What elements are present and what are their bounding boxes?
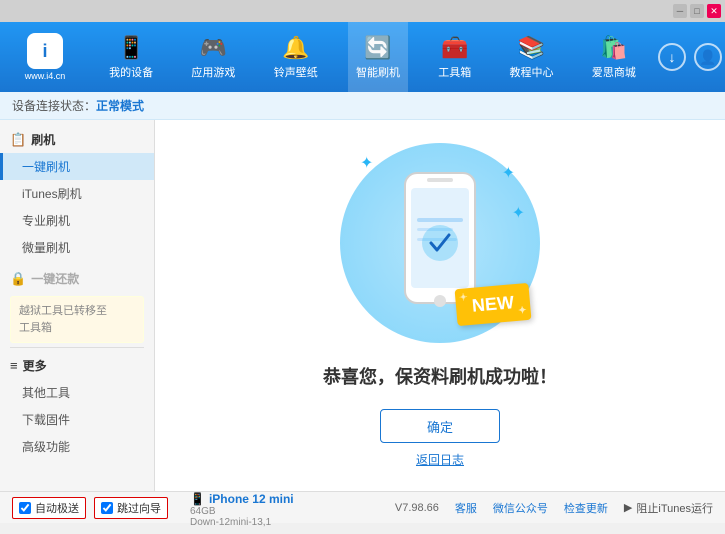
close-btn[interactable]: ✕	[707, 4, 721, 18]
logo[interactable]: i www.i4.cn	[0, 33, 90, 81]
title-bar: ─ □ ✕	[0, 0, 725, 22]
smart-flash-icon: 🔄	[364, 35, 391, 61]
bottom-left: 自动极送 跳过向导 📱 iPhone 12 mini 64GB Down-12m…	[12, 482, 395, 534]
status-bar: 设备连接状态： 正常模式	[0, 92, 725, 120]
apps-games-label: 应用游戏	[191, 64, 235, 80]
restore-btn[interactable]: □	[690, 4, 704, 18]
smart-flash-label: 智能刷机	[356, 64, 400, 80]
sidebar-item-advanced[interactable]: 高级功能	[0, 433, 154, 460]
apps-games-icon: 🎮	[200, 35, 227, 61]
main: 📋 刷机 一键刷机 iTunes刷机 专业刷机 微量刷机 🔒 一键还款 越狱工具…	[0, 120, 725, 491]
toolbox-label: 工具箱	[438, 64, 471, 80]
customer-service-link[interactable]: 客服	[455, 500, 477, 516]
sparkle-3: ✦	[512, 203, 525, 223]
sidebar-item-one-click-flash[interactable]: 一键刷机	[0, 153, 154, 180]
sidebar-section-flash: 📋 刷机 一键刷机 iTunes刷机 专业刷机 微量刷机	[0, 126, 154, 261]
success-text: 恭喜您，保资料刷机成功啦！	[323, 363, 557, 389]
skip-wizard-checkbox-group[interactable]: 跳过向导	[94, 497, 168, 519]
sidebar-section-more-title: ≡ 更多	[0, 352, 154, 379]
nav: 📱 我的设备 🎮 应用游戏 🔔 铃声壁纸 🔄 智能刷机 🧰 工具箱 📚 教程中心…	[90, 22, 655, 92]
nav-smart-flash[interactable]: 🔄 智能刷机	[348, 22, 408, 92]
nav-toolbox[interactable]: 🧰 工具箱	[430, 22, 479, 92]
my-device-label: 我的设备	[109, 64, 153, 80]
sidebar-item-itunes-flash[interactable]: iTunes刷机	[0, 180, 154, 207]
sidebar-section-restore-title: 🔒 一键还款	[0, 265, 154, 292]
status-mode: 正常模式	[96, 97, 144, 114]
device-storage: 64GB	[190, 506, 294, 517]
sidebar-item-micro-flash[interactable]: 微量刷机	[0, 234, 154, 261]
tutorials-icon: 📚	[518, 35, 545, 61]
auto-send-label: 自动极送	[35, 500, 79, 516]
new-badge: NEW	[455, 283, 532, 326]
ringtones-label: 铃声壁纸	[274, 64, 318, 80]
sidebar-item-pro-flash[interactable]: 专业刷机	[0, 207, 154, 234]
sidebar-section-flash-title: 📋 刷机	[0, 126, 154, 153]
minimize-btn[interactable]: ─	[673, 4, 687, 18]
skip-wizard-label: 跳过向导	[117, 500, 161, 516]
device-name: iPhone 12 mini	[209, 492, 294, 506]
nav-ringtones[interactable]: 🔔 铃声壁纸	[266, 22, 326, 92]
wechat-public-link[interactable]: 微信公众号	[493, 500, 548, 516]
my-device-icon: 📱	[117, 35, 144, 61]
illustration: ✦ ✦ ✦ NEW	[340, 143, 540, 343]
ringtones-icon: 🔔	[282, 35, 309, 61]
sparkle-1: ✦	[360, 153, 373, 173]
sidebar: 📋 刷机 一键刷机 iTunes刷机 专业刷机 微量刷机 🔒 一键还款 越狱工具…	[0, 120, 155, 491]
device-detail: Down-12mini-13,1	[190, 517, 294, 528]
sidebar-section-more: ≡ 更多 其他工具 下载固件 高级功能	[0, 352, 154, 460]
nav-shop[interactable]: 🛍️ 爱思商城	[584, 22, 644, 92]
sidebar-section-restore: 🔒 一键还款 越狱工具已转移至工具箱	[0, 265, 154, 343]
lock-icon: 🔒	[10, 271, 26, 287]
download-btn[interactable]: ↓	[658, 43, 686, 71]
auto-send-checkbox-group[interactable]: 自动极送	[12, 497, 86, 519]
content-area: ✦ ✦ ✦ NEW 恭喜您，保资料刷机成功啦！ 确定 返回日志	[155, 120, 725, 491]
skip-wizard-checkbox[interactable]	[101, 502, 113, 514]
flash-section-icon: 📋	[10, 132, 26, 148]
toolbox-icon: 🧰	[441, 35, 468, 61]
itunes-label: 阻止iTunes运行	[636, 500, 713, 516]
nav-apps-games[interactable]: 🎮 应用游戏	[183, 22, 243, 92]
header: i www.i4.cn 📱 我的设备 🎮 应用游戏 🔔 铃声壁纸 🔄 智能刷机 …	[0, 22, 725, 92]
header-right: ↓ 👤	[655, 43, 725, 71]
status-label: 设备连接状态：	[12, 97, 96, 114]
bottom-right: V7.98.66 客服 微信公众号 检查更新	[395, 500, 608, 516]
bottom-bar: 自动极送 跳过向导 📱 iPhone 12 mini 64GB Down-12m…	[0, 491, 725, 523]
sidebar-item-other-tools[interactable]: 其他工具	[0, 379, 154, 406]
sparkle-2: ✦	[502, 163, 515, 183]
back-link[interactable]: 返回日志	[416, 451, 464, 468]
logo-icon: i	[27, 33, 63, 69]
more-icon: ≡	[10, 358, 18, 373]
itunes-icon: ▶	[624, 501, 632, 514]
logo-url: www.i4.cn	[25, 71, 66, 81]
user-btn[interactable]: 👤	[694, 43, 722, 71]
sidebar-item-download-firmware[interactable]: 下载固件	[0, 406, 154, 433]
version-text: V7.98.66	[395, 502, 439, 514]
itunes-btn[interactable]: ▶ 阻止iTunes运行	[624, 500, 713, 516]
tutorials-label: 教程中心	[510, 64, 554, 80]
sidebar-note-jailbreak: 越狱工具已转移至工具箱	[10, 296, 144, 343]
auto-send-checkbox[interactable]	[19, 502, 31, 514]
device-phone-icon: 📱	[190, 492, 205, 506]
shop-label: 爱思商城	[592, 64, 636, 80]
device-info: 📱 iPhone 12 mini 64GB Down-12mini-13,1	[180, 486, 304, 534]
nav-my-device[interactable]: 📱 我的设备	[101, 22, 161, 92]
shop-icon: 🛍️	[600, 35, 627, 61]
confirm-button[interactable]: 确定	[380, 409, 500, 443]
nav-tutorials[interactable]: 📚 教程中心	[502, 22, 562, 92]
check-update-link[interactable]: 检查更新	[564, 500, 608, 516]
sidebar-divider	[10, 347, 144, 348]
